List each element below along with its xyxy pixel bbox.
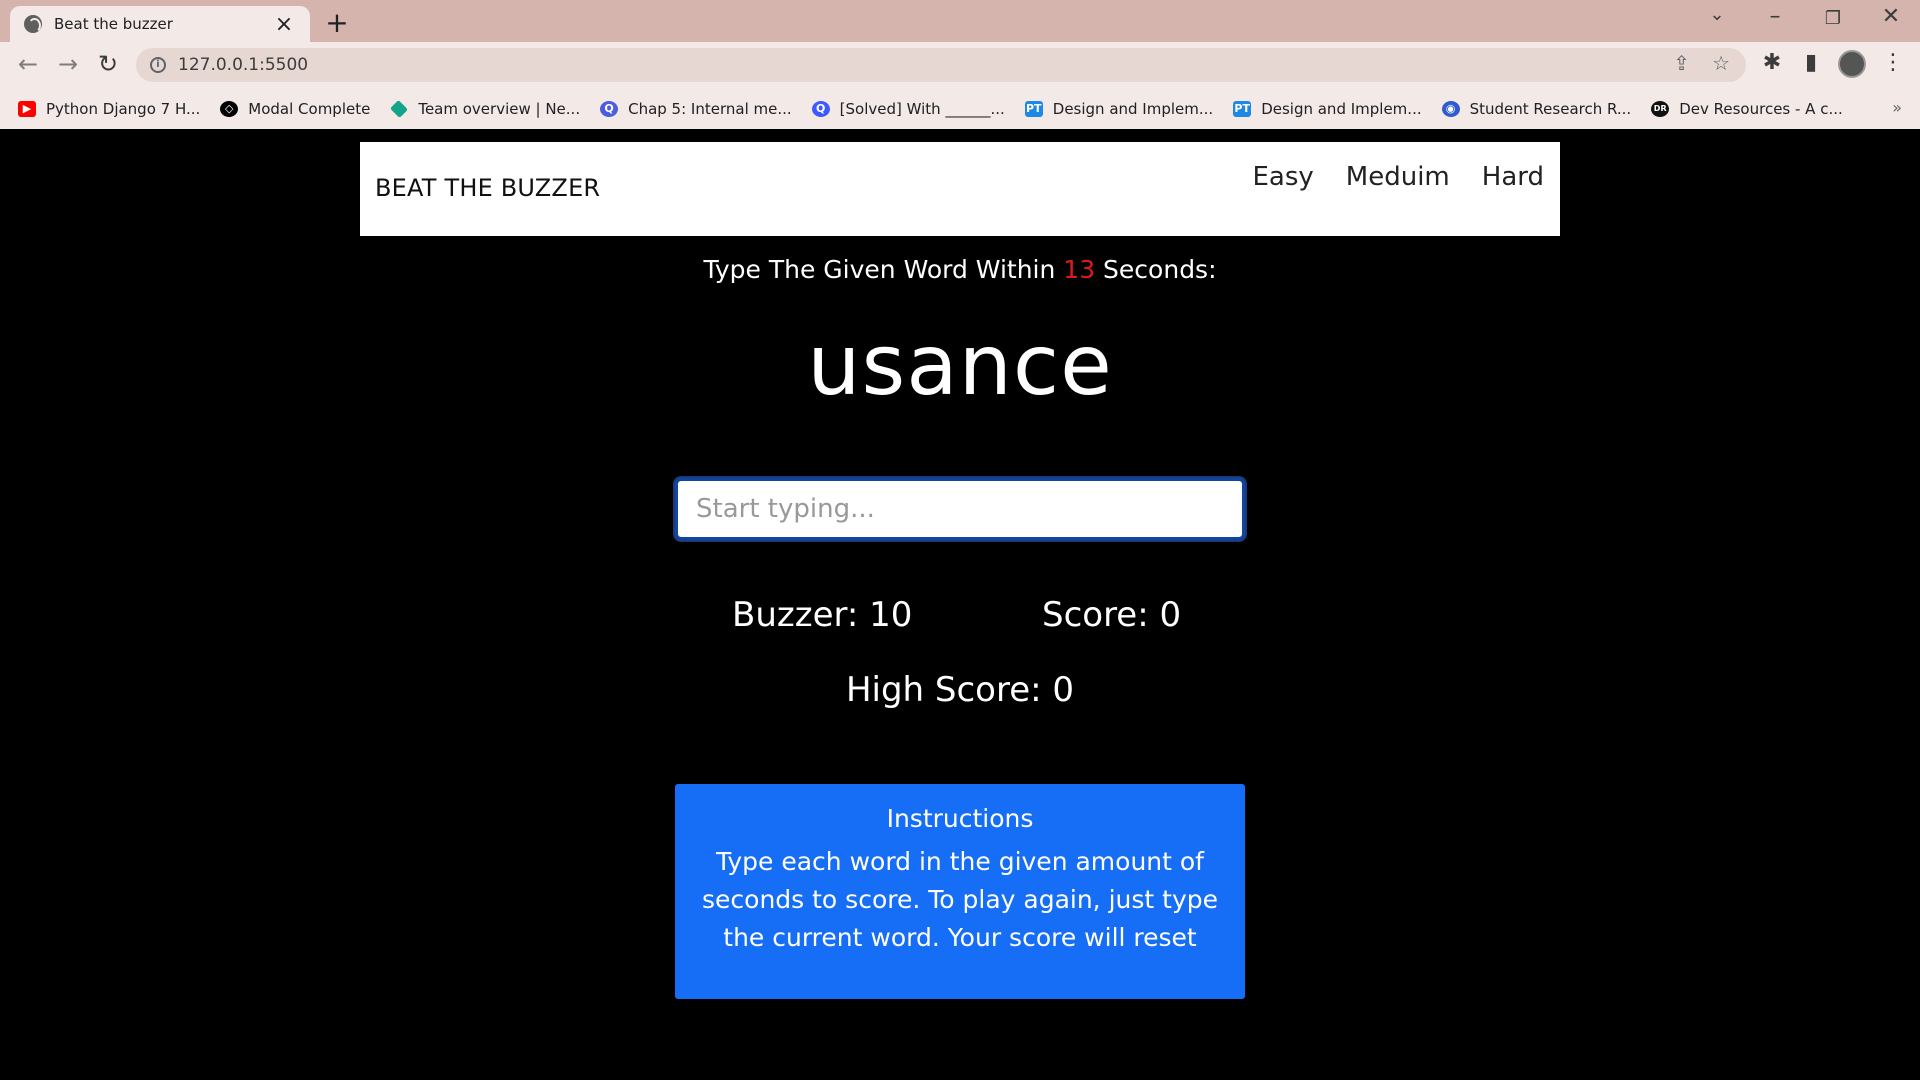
score-display: Score: 0 (1042, 595, 1182, 635)
url-text: 127.0.0.1:5500 (178, 55, 309, 75)
close-tab-icon[interactable]: × (272, 12, 296, 37)
instructions-title: Instructions (886, 804, 1034, 833)
globe-icon (24, 15, 42, 33)
minimize-button[interactable]: – (1752, 4, 1798, 29)
nav-medium[interactable]: Meduim (1346, 162, 1450, 192)
q-icon: Q (600, 100, 619, 117)
side-panel-icon[interactable]: ▮ (1796, 50, 1826, 75)
close-window-button[interactable]: ✕ (1868, 4, 1914, 29)
instructions-body: Type each word in the given amount of se… (702, 847, 1218, 952)
nav-hard[interactable]: Hard (1482, 162, 1544, 192)
back-icon[interactable]: ← (12, 50, 44, 78)
browser-tab[interactable]: Beat the buzzer × (10, 6, 310, 42)
codepen-icon: ◇ (220, 100, 239, 117)
extensions-icon[interactable]: ✱ (1757, 50, 1787, 75)
bookmark-item[interactable]: ◇ Modal Complete (220, 100, 370, 118)
dr-icon: DR (1651, 100, 1670, 117)
instructions-panel: Instructions Type each word in the given… (675, 784, 1245, 999)
browser-toolbar: ← → ↻ i 127.0.0.1:5500 ⇪ ☆ ✱ ▮ ⋮ (0, 42, 1920, 88)
bookmark-item[interactable]: DR Dev Resources - A c... (1651, 100, 1843, 118)
seconds-value: 13 (1063, 255, 1096, 284)
bookmark-item[interactable]: ▶ Python Django 7 H... (18, 100, 200, 118)
restore-button[interactable]: ❐ (1810, 8, 1856, 29)
share-icon[interactable]: ⇪ (1673, 51, 1690, 75)
forward-icon[interactable]: → (52, 50, 84, 78)
pt-icon: PT (1024, 100, 1043, 117)
globe-icon: ◉ (1441, 100, 1460, 117)
buzzer-display: Buzzer: 10 (732, 595, 913, 635)
bookmark-star-icon[interactable]: ☆ (1712, 51, 1730, 75)
bookmark-item[interactable]: Team overview | Ne... (390, 99, 580, 118)
reload-icon[interactable]: ↻ (92, 50, 124, 78)
difficulty-nav: Easy Meduim Hard (1253, 162, 1545, 192)
page-content: BEAT THE BUZZER Easy Meduim Hard Type Th… (0, 129, 1920, 1080)
search-q-icon: Q (811, 100, 830, 117)
more-bookmarks-icon[interactable]: » (1892, 98, 1902, 117)
bookmark-item[interactable]: PT Design and Implem... (1024, 100, 1213, 118)
diamond-icon (390, 99, 409, 118)
nav-easy[interactable]: Easy (1253, 162, 1314, 192)
bookmark-item[interactable]: PT Design and Implem... (1233, 100, 1422, 118)
prompt: Type The Given Word Within 13 Seconds: (703, 255, 1217, 284)
pt-icon: PT (1233, 100, 1252, 117)
address-bar[interactable]: i 127.0.0.1:5500 ⇪ ☆ (136, 48, 1746, 82)
bookmark-item[interactable]: Q [Solved] With ______... (811, 100, 1005, 118)
navbar: BEAT THE BUZZER Easy Meduim Hard (360, 142, 1560, 236)
tab-title: Beat the buzzer (54, 15, 173, 33)
new-tab-button[interactable]: + (322, 6, 352, 39)
word-input[interactable] (675, 478, 1245, 540)
tab-search-icon[interactable]: ⌄ (1694, 4, 1740, 25)
bookmark-item[interactable]: Q Chap 5: Internal me... (600, 100, 792, 118)
current-word: usance (807, 316, 1113, 414)
brand[interactable]: BEAT THE BUZZER (375, 174, 600, 202)
bookmarks-bar: ▶ Python Django 7 H... ◇ Modal Complete Te… (0, 88, 1920, 129)
youtube-icon: ▶ (18, 100, 36, 117)
avatar[interactable] (1838, 50, 1866, 78)
tab-strip: Beat the buzzer × + ⌄ – ❐ ✕ (0, 0, 1920, 42)
menu-icon[interactable]: ⋮ (1878, 50, 1908, 75)
high-score-display: High Score: 0 (845, 670, 1075, 710)
browser-chrome: Beat the buzzer × + ⌄ – ❐ ✕ ← → ↻ i 127.… (0, 0, 1920, 129)
bookmark-item[interactable]: ◉ Student Research R... (1441, 100, 1631, 118)
info-icon[interactable]: i (150, 57, 166, 73)
